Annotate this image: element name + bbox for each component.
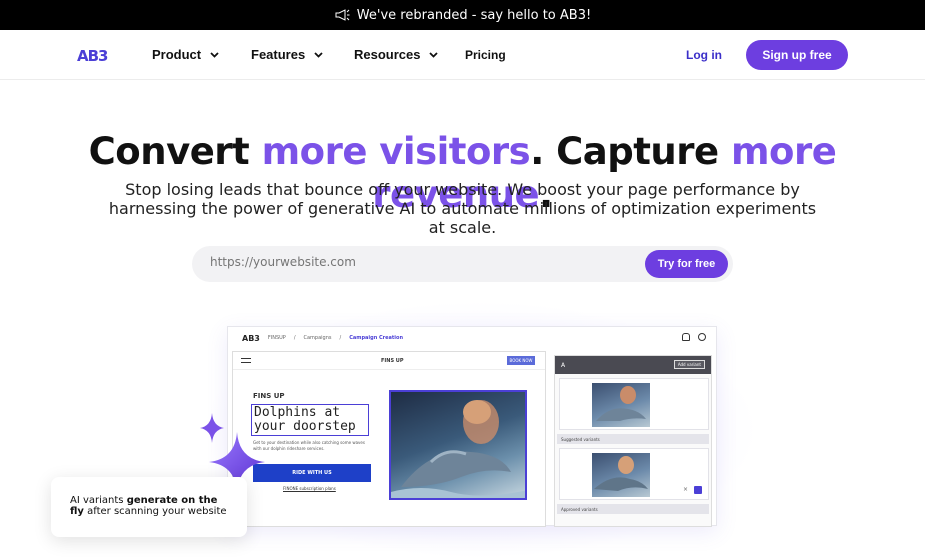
nav-item-product[interactable]: Product bbox=[152, 47, 219, 62]
approve-variant-checkbox bbox=[694, 486, 702, 494]
preview-small-brand: FINS UP bbox=[253, 392, 285, 400]
card-text: after scanning your website bbox=[83, 506, 227, 517]
variant-card: × bbox=[559, 448, 709, 500]
hero-title-text: . Capture bbox=[530, 130, 731, 173]
page-preview: FINS UP BOOK NOW FINS UP Dolphins at you… bbox=[232, 351, 546, 527]
breadcrumb-item: Campaign Creation bbox=[349, 335, 404, 341]
nav-item-label: Features bbox=[251, 47, 306, 62]
preview-plans-link: FINONE subscription plans bbox=[283, 486, 336, 491]
preview-heading: Dolphins at your doorstep bbox=[251, 404, 369, 436]
brand-logo[interactable]: AB3 bbox=[77, 47, 109, 65]
chevron-down-icon bbox=[314, 51, 323, 58]
nav-item-label: Pricing bbox=[465, 48, 506, 62]
breadcrumb-item: FINSUP bbox=[267, 335, 286, 341]
variants-panel-header: A Add variant bbox=[555, 356, 711, 374]
megaphone-icon bbox=[335, 9, 350, 21]
login-link[interactable]: Log in bbox=[686, 48, 722, 62]
product-mockup: AB3 FINSUP / Campaigns / Campaign Creati… bbox=[227, 326, 717, 527]
breadcrumb-item: Campaigns bbox=[303, 335, 332, 341]
nav-item-features[interactable]: Features bbox=[251, 47, 323, 62]
user-icon bbox=[698, 333, 706, 341]
nav-item-pricing[interactable]: Pricing bbox=[465, 48, 506, 62]
hero-title-text: Convert bbox=[88, 130, 262, 173]
variant-thumbnail bbox=[592, 383, 650, 427]
banner-text: We've rebranded - say hello to AB3! bbox=[356, 7, 592, 23]
announcement-banner[interactable]: We've rebranded - say hello to AB3! bbox=[0, 0, 925, 30]
variants-panel: A Add variant Suggested variants × Appro… bbox=[554, 355, 712, 527]
preview-cta-button: RIDE WITH US bbox=[253, 464, 371, 482]
chevron-down-icon bbox=[210, 51, 219, 58]
add-variant-button: Add variant bbox=[673, 360, 705, 369]
variant-thumbnail bbox=[592, 453, 650, 497]
hero-title-accent: more visitors bbox=[261, 130, 531, 173]
nav-item-resources[interactable]: Resources bbox=[354, 47, 439, 62]
url-form: Try for free bbox=[192, 246, 733, 282]
suggested-variants-label: Suggested variants bbox=[557, 434, 709, 444]
ai-variants-card: AI variants generate on the fly after sc… bbox=[51, 477, 247, 537]
website-url-input[interactable] bbox=[210, 255, 610, 269]
nav-item-label: Resources bbox=[354, 47, 421, 62]
dolphin-image bbox=[389, 390, 527, 500]
bell-icon bbox=[682, 333, 690, 341]
mockup-topbar: AB3 FINSUP / Campaigns / Campaign Creati… bbox=[228, 327, 716, 349]
approved-variants-label: Approved variants bbox=[557, 504, 709, 514]
reject-variant-icon: × bbox=[682, 486, 688, 493]
try-for-free-button[interactable]: Try for free bbox=[645, 250, 728, 278]
variant-letter: A bbox=[561, 361, 566, 369]
preview-book-button: BOOK NOW bbox=[507, 356, 535, 365]
hero-subtitle: Stop losing leads that bounce off your w… bbox=[108, 180, 817, 237]
preview-body: Get to your destination while also catch… bbox=[253, 440, 365, 451]
chevron-down-icon bbox=[429, 51, 439, 58]
preview-brand: FINS UP bbox=[381, 358, 404, 364]
variant-card bbox=[559, 378, 709, 430]
mockup-logo: AB3 bbox=[242, 333, 260, 343]
main-navigation: AB3 Product Features Resources Pricing L… bbox=[0, 30, 925, 80]
nav-item-label: Product bbox=[152, 47, 202, 62]
menu-icon bbox=[241, 358, 251, 363]
card-text: AI variants bbox=[70, 495, 127, 506]
signup-button[interactable]: Sign up free bbox=[746, 40, 848, 70]
preview-navbar: FINS UP BOOK NOW bbox=[233, 352, 545, 370]
